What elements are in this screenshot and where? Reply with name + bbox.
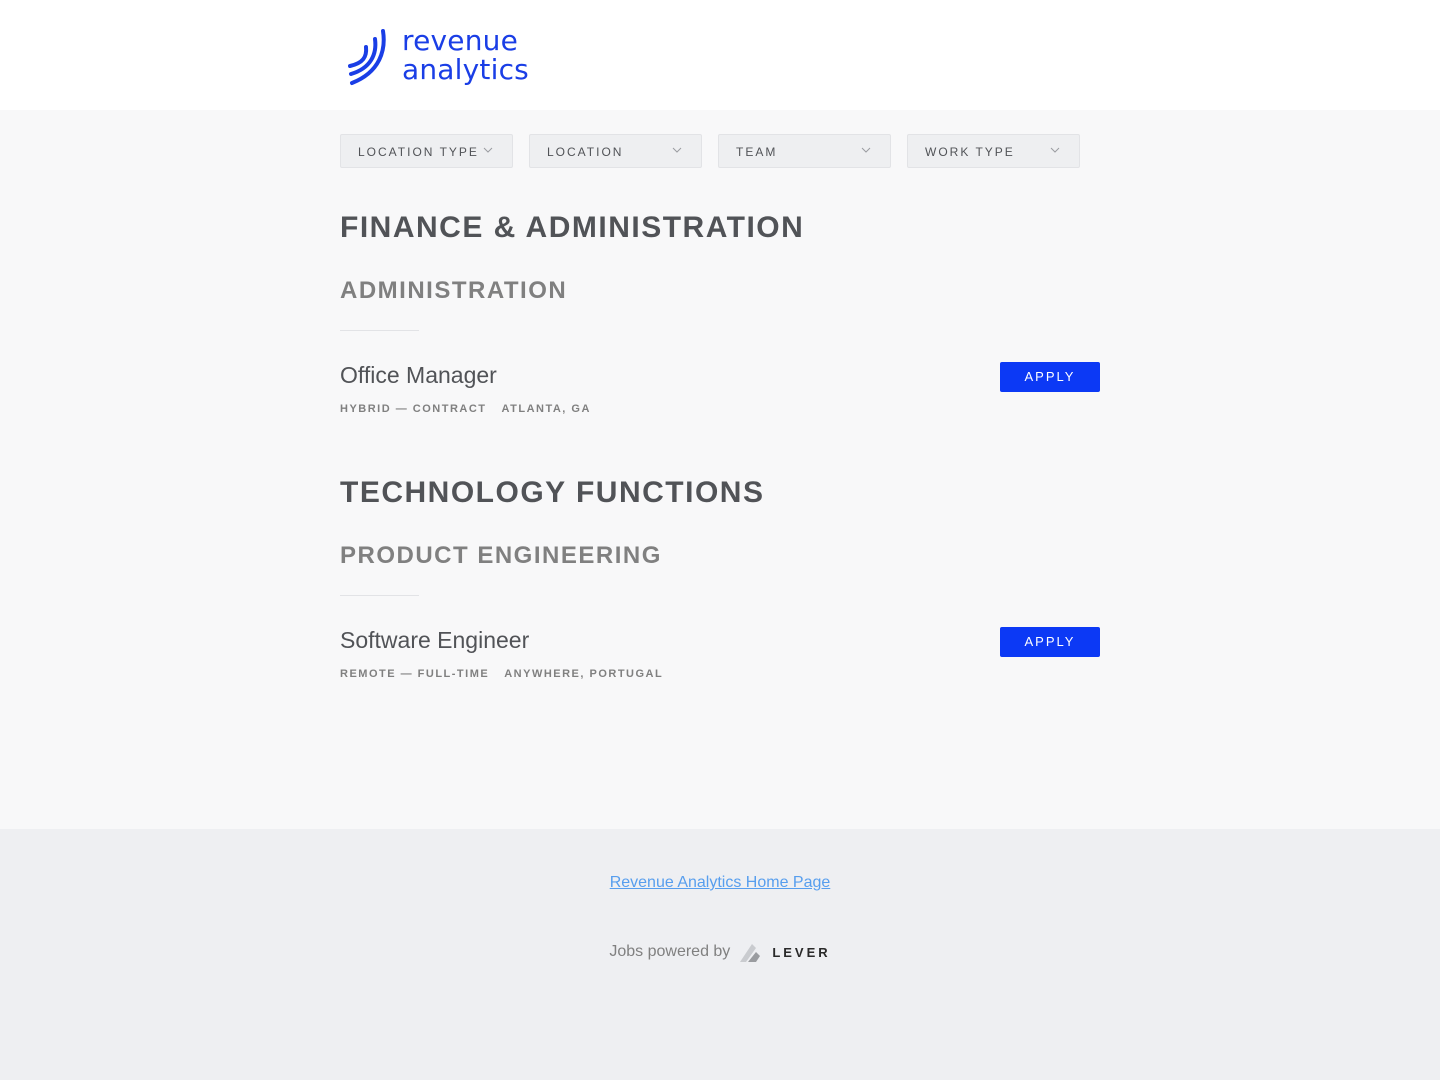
- posting-workplace-commitment: HYBRID — CONTRACT: [340, 403, 487, 415]
- company-home-link[interactable]: Revenue Analytics Home Page: [610, 874, 831, 891]
- posting-location: ANYWHERE, PORTUGAL: [504, 668, 664, 680]
- filter-label: LOCATION TYPE: [358, 145, 479, 159]
- apply-button[interactable]: APPLY: [1000, 362, 1100, 392]
- powered-by-text: Jobs powered by: [609, 943, 731, 960]
- department-title: TECHNOLOGY FUNCTIONS: [340, 476, 765, 509]
- lever-logo-icon: [740, 944, 761, 962]
- team-divider: [340, 330, 419, 331]
- posting-meta: REMOTE — FULL-TIME ANYWHERE, PORTUGAL: [340, 668, 663, 680]
- posting-meta: HYBRID — CONTRACT ATLANTA, GA: [340, 403, 591, 415]
- filter-label: WORK TYPE: [925, 145, 1015, 159]
- apply-button[interactable]: APPLY: [1000, 627, 1100, 657]
- logo-line-1: revenue: [402, 24, 519, 57]
- filter-bar: LOCATION TYPE LOCATION TEAM WORK TYPE: [340, 134, 1096, 168]
- department-title: FINANCE & ADMINISTRATION: [340, 211, 805, 244]
- lever-wordmark: LEVER: [772, 944, 831, 960]
- revenue-analytics-logo-mark: [348, 29, 386, 85]
- page-footer: Revenue Analytics Home Page Jobs powered…: [0, 829, 1440, 1080]
- filter-location-type[interactable]: LOCATION TYPE: [340, 134, 513, 168]
- posting-title[interactable]: Office Manager: [340, 362, 497, 389]
- team-title: ADMINISTRATION: [340, 277, 568, 304]
- chevron-down-icon: [1050, 147, 1060, 153]
- company-logo[interactable]: revenue analytics: [346, 26, 529, 88]
- chevron-down-icon: [483, 147, 493, 153]
- chevron-down-icon: [861, 147, 871, 153]
- page-header: revenue analytics: [0, 0, 1440, 110]
- team-divider: [340, 595, 419, 596]
- filter-label: TEAM: [736, 145, 778, 159]
- team-title: PRODUCT ENGINEERING: [340, 542, 662, 569]
- posting-location: ATLANTA, GA: [501, 403, 591, 415]
- posting-title[interactable]: Software Engineer: [340, 627, 529, 654]
- postings-main: LOCATION TYPE LOCATION TEAM WORK TYPE FI…: [0, 110, 1440, 829]
- posting-workplace-commitment: REMOTE — FULL-TIME: [340, 668, 490, 680]
- logo-wordmark: revenue analytics: [402, 26, 529, 84]
- filter-team[interactable]: TEAM: [718, 134, 891, 168]
- logo-line-2: analytics: [402, 53, 529, 86]
- filter-work-type[interactable]: WORK TYPE: [907, 134, 1080, 168]
- powered-by[interactable]: Jobs powered by LEVER: [0, 940, 1440, 964]
- filter-location[interactable]: LOCATION: [529, 134, 702, 168]
- filter-label: LOCATION: [547, 145, 624, 159]
- chevron-down-icon: [672, 147, 682, 153]
- footer-link-wrapper: Revenue Analytics Home Page: [0, 874, 1440, 892]
